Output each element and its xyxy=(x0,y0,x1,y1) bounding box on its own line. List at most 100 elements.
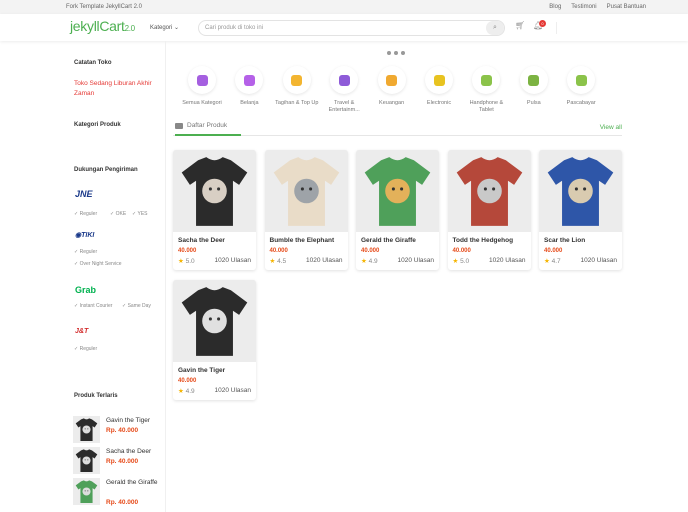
star-icon: ★ xyxy=(452,258,459,265)
product-card[interactable]: Sacha the Deer 40.000 ★ 5.0 1020 Ulasan xyxy=(173,150,256,270)
category-icon xyxy=(282,66,311,94)
category-item[interactable]: Handphone & Tablet xyxy=(462,66,510,114)
product-price: 40.000 xyxy=(452,248,471,254)
shipping-service: ✓ OKE xyxy=(110,211,127,217)
product-card[interactable]: Bumble the Elephant 40.000 ★ 4.5 1020 Ula… xyxy=(264,150,348,270)
best-seller-name: Sacha the Deer xyxy=(106,448,152,455)
product-image xyxy=(264,150,348,232)
product-image xyxy=(356,150,439,232)
tab-bar: Daftar Produk View all xyxy=(173,120,622,136)
carousel-dots[interactable] xyxy=(387,51,405,55)
link-blog[interactable]: Blog xyxy=(549,4,561,10)
product-price: 40.000 xyxy=(269,248,288,254)
cart-icon[interactable]: 🛒︎ xyxy=(515,21,525,30)
notification-badge: 0 xyxy=(539,20,546,27)
tab-daftar-produk[interactable]: Daftar Produk xyxy=(175,122,241,136)
best-seller-price: Rp. 40.000 xyxy=(106,427,139,434)
top-bar-text: Fork Template JekyllCart 2.0 xyxy=(66,4,142,10)
category-icon xyxy=(330,66,359,94)
product-image xyxy=(539,150,622,232)
best-seller-name: Gavin the Tiger xyxy=(106,417,151,424)
category-icon xyxy=(377,66,406,94)
search-input[interactable]: Cari produk di toko ini ⌕ xyxy=(198,20,505,36)
shipping-service: ✓ Reguler xyxy=(74,346,98,352)
category-item[interactable]: Semua Kategori xyxy=(178,66,226,107)
header: jekyllCart2.0 Kategori ⌄ Cari produk di … xyxy=(0,14,688,41)
product-card[interactable]: Scar the Lion 40.000 ★ 4.7 1020 Ulasan xyxy=(539,150,622,270)
best-seller-name: Gerald the Giraffe xyxy=(106,479,158,486)
product-reviews: 1020 Ulasan xyxy=(489,257,526,264)
product-price: 40.000 xyxy=(178,248,197,254)
view-all-link[interactable]: View all xyxy=(600,124,622,131)
category-label: Electronic xyxy=(426,100,452,106)
top-bar: Fork Template JekyllCart 2.0 Blog Testim… xyxy=(0,0,688,14)
product-reviews: 1020 Ulasan xyxy=(580,257,618,264)
product-rating: ★ 4.9 xyxy=(361,258,378,265)
store-icon xyxy=(175,123,183,129)
sidebar: Catatan Toko Toko Sedang Liburan Akhir Z… xyxy=(70,41,166,512)
category-item[interactable]: Keuangan xyxy=(368,66,416,107)
courier-logo-1: ◉TIKI xyxy=(75,232,95,239)
product-card[interactable]: Gerald the Giraffe 40.000 ★ 4.9 1020 Ulas… xyxy=(356,150,439,270)
category-label: Pulsa xyxy=(526,100,541,106)
logo[interactable]: jekyllCart2.0 xyxy=(70,18,135,34)
catatan-text: Toko Sedang Liburan Akhir Zaman xyxy=(74,80,152,97)
category-label: Keuangan xyxy=(379,100,405,106)
product-name: Bumble the Elephant xyxy=(269,237,335,244)
product-name: Gavin the Tiger xyxy=(178,367,226,374)
category-label: Pascabayar xyxy=(566,100,596,106)
logo-version: 2.0 xyxy=(124,24,136,33)
category-icon xyxy=(519,66,548,94)
shipping-service: ✓ Reguler xyxy=(74,249,98,255)
logo-text: jekyllCart xyxy=(70,18,125,34)
category-item[interactable]: Tagihan & Top Up xyxy=(273,66,321,107)
kategori-dropdown[interactable]: Kategori ⌄ xyxy=(150,24,179,31)
product-rating: ★ 4.5 xyxy=(269,258,287,265)
link-pusat-bantuan[interactable]: Pusat Bantuan xyxy=(607,4,646,10)
shipping-service: ✓ YES xyxy=(132,211,148,217)
category-item[interactable]: Pulsa xyxy=(510,66,558,107)
product-image xyxy=(173,280,256,362)
shipping-title: Dukungan Pengiriman xyxy=(74,167,138,173)
product-reviews: 1020 Ulasan xyxy=(214,387,252,394)
courier-logo-2: Grab xyxy=(75,285,97,295)
courier-logo-0: JNE xyxy=(75,189,93,199)
product-price: 40.000 xyxy=(544,248,563,254)
divider xyxy=(556,22,557,34)
category-icon xyxy=(235,66,264,94)
category-icon xyxy=(472,66,501,94)
category-icon xyxy=(425,66,453,94)
product-thumbnail xyxy=(73,416,100,443)
shipping-service: ✓ Instant Courier xyxy=(74,303,113,309)
category-label: Handphone & Tablet xyxy=(469,100,504,113)
category-label: Tagihan & Top Up xyxy=(275,100,319,106)
best-seller-price: Rp. 40.000 xyxy=(106,458,139,465)
shipping-service: ✓ Same Day xyxy=(122,303,151,309)
kategori-title: Kategori Produk xyxy=(74,122,121,128)
product-name: Sacha the Deer xyxy=(178,237,225,244)
category-item[interactable]: Electronic xyxy=(415,66,463,107)
product-reviews: 1020 Ulasan xyxy=(214,257,252,264)
product-name: Todd the Hedgehog xyxy=(452,237,514,244)
shipping-service: ✓ Reguler xyxy=(74,211,98,217)
category-item[interactable]: Travel & Entertainm... xyxy=(320,66,368,114)
star-icon: ★ xyxy=(361,258,367,265)
category-label: Semua Kategori xyxy=(182,100,222,106)
product-card[interactable]: Gavin the Tiger 40.000 ★ 4.9 1020 Ulasan xyxy=(173,280,256,400)
search-placeholder: Cari produk di toko ini xyxy=(205,25,264,31)
product-thumbnail xyxy=(73,478,100,505)
category-item[interactable]: Pascabayar xyxy=(557,66,605,107)
product-card[interactable]: Todd the Hedgehog 40.000 ★ 5.0 1020 Ulasa… xyxy=(447,150,531,270)
best-seller-price: Rp. 40.000 xyxy=(106,499,139,506)
search-icon[interactable]: ⌕ xyxy=(486,21,504,35)
product-name: Scar the Lion xyxy=(544,237,586,244)
link-testimoni[interactable]: Testimoni xyxy=(571,4,596,10)
courier-logo-3: J&T xyxy=(75,328,89,335)
shipping-service: ✓ Over Night Service xyxy=(74,261,122,267)
product-rating: ★ 5.0 xyxy=(178,258,195,265)
category-item[interactable]: Belanja xyxy=(225,66,273,107)
product-image xyxy=(447,150,531,232)
category-label: Travel & Entertainm... xyxy=(328,100,360,113)
product-rating: ★ 5.0 xyxy=(452,258,470,265)
product-thumbnail xyxy=(73,447,100,474)
